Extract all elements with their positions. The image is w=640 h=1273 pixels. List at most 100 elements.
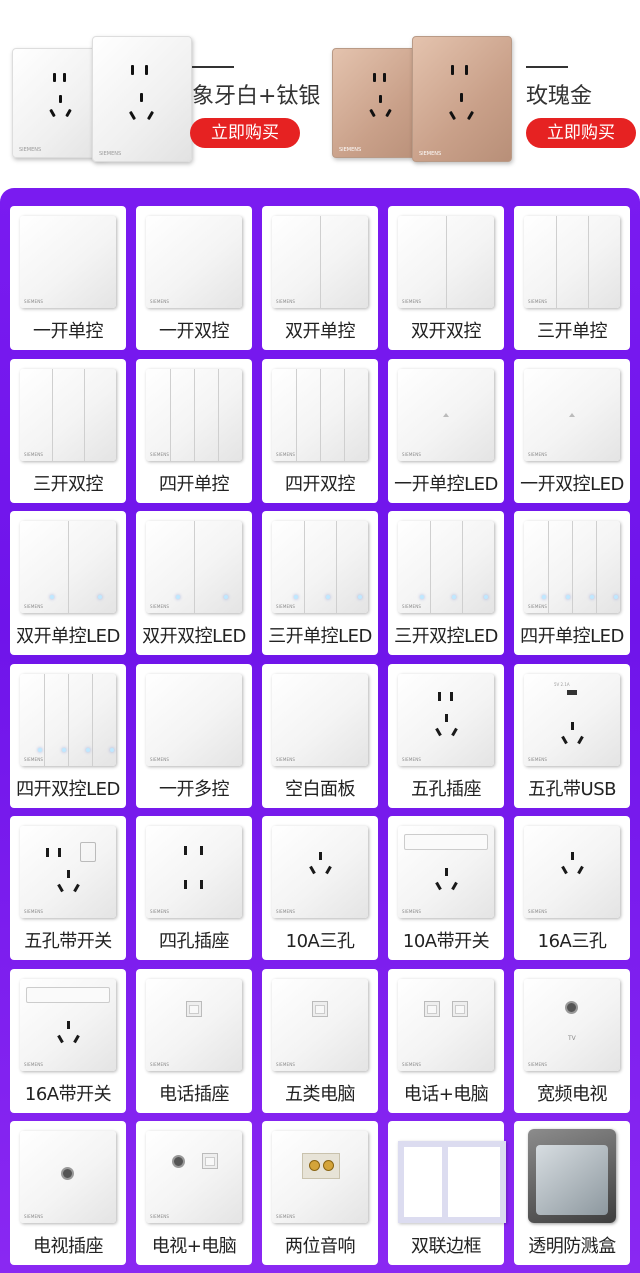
product-card[interactable]: SIEMENS 三开单控	[514, 206, 630, 350]
product-card[interactable]: SIEMENS 电视+电脑	[136, 1121, 252, 1265]
led-indicator	[566, 595, 570, 599]
product-card[interactable]: SIEMENS 一开双控	[136, 206, 252, 350]
led-indicator	[86, 747, 90, 752]
product-card[interactable]: SIEMENS 三开双控	[10, 358, 126, 503]
product-label: 五类电脑	[285, 1083, 356, 1105]
brand-mark: SIEMENS	[528, 604, 548, 609]
socket-slot	[200, 880, 203, 889]
product-label: 电话插座	[159, 1083, 230, 1105]
brand-mark: SIEMENS	[528, 1061, 548, 1067]
product-card[interactable]: SIEMENS 一开单控LED	[388, 358, 504, 503]
socket-slot	[184, 880, 187, 889]
product-card[interactable]: 双联边框	[388, 1121, 506, 1265]
socket-slot	[451, 881, 458, 891]
product-card[interactable]: SIEMENS 四开单控	[136, 358, 252, 503]
product-card[interactable]: SIEMENS 空白面板	[262, 663, 378, 808]
socket-slot	[325, 865, 332, 875]
socket-slot	[577, 735, 584, 744]
brand-mark: SIEMENS	[276, 756, 296, 762]
product-card[interactable]: SIEMENS 五类电脑	[262, 968, 378, 1113]
socket-slot	[451, 727, 458, 736]
product-label: 一开双控	[159, 321, 230, 342]
product-label: 电视+电脑	[151, 1236, 237, 1257]
usb-port	[567, 689, 577, 695]
product-image: SIEMENS	[146, 521, 242, 613]
product-image: SIEMENS	[146, 978, 242, 1071]
product-card[interactable]: SIEMENS 电话+电脑	[388, 968, 504, 1113]
ivory-panel-front: SIEMENS	[92, 36, 192, 162]
product-card[interactable]: SIEMENS 双开双控LED	[136, 511, 252, 655]
buy-now-button[interactable]: 立即购买	[526, 118, 636, 148]
product-label: 10A三孔	[285, 931, 355, 952]
speaker-terminal	[309, 1160, 320, 1171]
product-card[interactable]: SIEMENS 一开单控	[10, 206, 126, 350]
brand-mark: SIEMENS	[276, 451, 296, 457]
product-image: SIEMENS	[20, 368, 116, 461]
product-card[interactable]: SIEMENS 三开单控LED	[262, 511, 378, 655]
brand-mark: SIEMENS	[528, 451, 548, 457]
rocker-divider	[548, 521, 549, 613]
led-indicator	[590, 595, 594, 599]
product-card[interactable]: SIEMENS 16A三孔	[514, 816, 630, 960]
frame-divider	[442, 1141, 448, 1223]
product-label: 四开双控	[285, 473, 356, 495]
rocker-divider	[84, 368, 85, 461]
led-indicator	[98, 595, 102, 599]
product-card[interactable]: SIEMENS 电视插座	[10, 1121, 126, 1265]
rocker-divider	[194, 368, 195, 461]
rocker-divider	[296, 368, 297, 461]
socket-slot	[67, 1020, 70, 1029]
rocker-divider	[52, 368, 53, 461]
brand-mark: SIEMENS	[19, 147, 42, 153]
brand-mark: SIEMENS	[402, 909, 422, 914]
product-card[interactable]: SIEMENS 一开多控	[136, 663, 252, 808]
product-image: SIEMENS	[524, 521, 620, 613]
product-card[interactable]: SIEMENS 5V 2.1A 五孔带USB	[514, 663, 630, 808]
buy-now-button[interactable]: 立即购买	[190, 118, 300, 148]
rocker-divider	[462, 521, 463, 613]
product-image: SIEMENS	[20, 978, 116, 1071]
product-image: SIEMENS	[146, 216, 242, 308]
product-card[interactable]: SIEMENS 五孔带开关	[10, 816, 126, 960]
product-card[interactable]: SIEMENS 四开单控LED	[514, 511, 630, 655]
product-card[interactable]: SIEMENS 两位音响	[262, 1121, 378, 1265]
product-image: SIEMENS	[272, 978, 368, 1071]
brand-mark: SIEMENS	[528, 756, 548, 762]
variant-name: 玫瑰金	[526, 84, 593, 109]
double-frame-image	[398, 1141, 506, 1223]
product-label: 四孔插座	[159, 931, 230, 952]
socket-slot	[67, 870, 70, 878]
rocker-divider	[320, 216, 321, 308]
product-card[interactable]: SIEMENS 双开单控LED	[10, 511, 126, 655]
product-card[interactable]: SIEMENS 四孔插座	[136, 816, 252, 960]
brand-mark: SIEMENS	[150, 299, 170, 304]
product-image: SIEMENS	[272, 673, 368, 766]
product-card[interactable]: SIEMENS 四开双控	[262, 358, 378, 503]
product-card[interactable]: SIEMENS 四开双控LED	[10, 663, 126, 808]
led-indicator	[452, 595, 456, 599]
product-card[interactable]: SIEMENS 三开双控LED	[388, 511, 504, 655]
product-card[interactable]: SIEMENS 双开单控	[262, 206, 378, 350]
product-card[interactable]: SIEMENS 电话插座	[136, 968, 252, 1113]
product-label: 四开单控LED	[520, 626, 624, 647]
socket-slot	[435, 881, 442, 891]
brand-mark: SIEMENS	[24, 1214, 44, 1219]
brand-mark: SIEMENS	[24, 299, 44, 304]
product-card[interactable]: SIEMENS 一开双控LED	[514, 358, 630, 503]
product-card[interactable]: SIEMENS 五孔插座	[388, 663, 504, 808]
product-card[interactable]: SIEMENS 16A带开关	[10, 968, 126, 1113]
product-card[interactable]: SIEMENS 双开双控	[388, 206, 504, 350]
product-label: 五孔带开关	[24, 931, 112, 952]
product-image: SIEMENS TV	[524, 978, 620, 1071]
product-image: SIEMENS	[272, 826, 368, 918]
product-image: SIEMENS	[146, 826, 242, 918]
socket-slot	[309, 865, 316, 875]
product-card[interactable]: SIEMENS 10A三孔	[262, 816, 378, 960]
product-label: 16A带开关	[24, 1083, 112, 1105]
product-image: SIEMENS	[398, 826, 494, 918]
product-card[interactable]: SIEMENS 10A带开关	[388, 816, 504, 960]
product-card[interactable]: SIEMENS TV 宽频电视	[514, 968, 630, 1113]
divider	[192, 66, 234, 68]
product-card[interactable]: 透明防溅盒	[514, 1121, 630, 1265]
rocker-divider	[92, 673, 93, 766]
